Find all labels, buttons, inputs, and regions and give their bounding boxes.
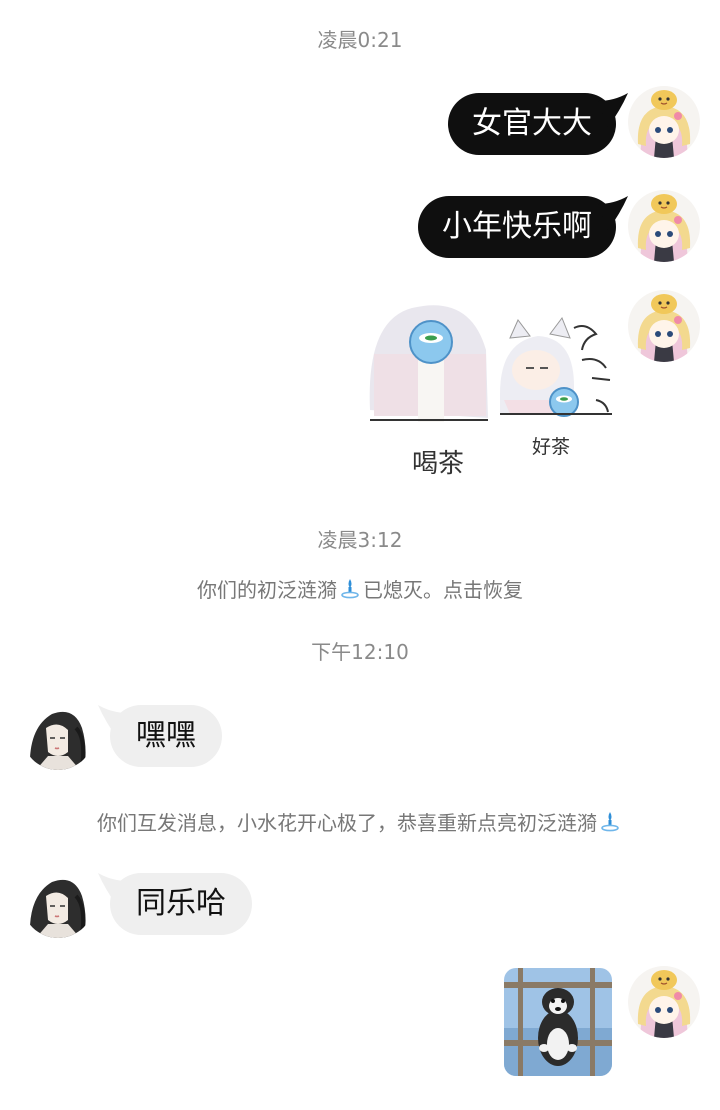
notice-text: 你们互发消息，小水花开心极了，恭喜重新点亮初泛涟漪: [97, 811, 597, 835]
incoming-message-bubble[interactable]: 嘿嘿: [110, 705, 222, 767]
bubble-tail: [98, 873, 128, 913]
timestamp: 凌晨3:12: [317, 528, 403, 552]
self-avatar[interactable]: [628, 966, 700, 1038]
self-avatar[interactable]: [628, 290, 700, 362]
bubble-tail: [598, 93, 628, 133]
bubble-tail: [598, 196, 628, 236]
ripple-icon: [599, 811, 621, 833]
message-text: 小年快乐啊: [442, 209, 592, 244]
message-text: 嘿嘿: [136, 718, 196, 753]
sticker-caption: 喝茶: [412, 449, 465, 479]
incoming-message-bubble[interactable]: 同乐哈: [110, 873, 252, 935]
contact-avatar[interactable]: [22, 698, 94, 770]
notice-text: 你们的初泛涟漪: [197, 578, 337, 602]
message-text: 同乐哈: [136, 886, 226, 921]
timestamp: 下午12:10: [311, 640, 409, 664]
tea-sticker-image[interactable]: [360, 290, 620, 480]
message-text: 女官大大: [472, 106, 592, 141]
self-avatar[interactable]: [628, 86, 700, 158]
system-notice-streak-lost[interactable]: 你们的初泛涟漪 已熄灭。点击恢复: [0, 574, 720, 603]
contact-avatar[interactable]: [22, 866, 94, 938]
restore-link[interactable]: 已熄灭。点击恢复: [363, 578, 523, 602]
ripple-icon: [339, 578, 361, 600]
outgoing-message-bubble[interactable]: 女官大大: [448, 93, 616, 155]
photo-message-dog[interactable]: [504, 968, 612, 1076]
self-avatar[interactable]: [628, 190, 700, 262]
timestamp: 凌晨0:21: [317, 28, 403, 52]
outgoing-message-bubble[interactable]: 小年快乐啊: [418, 196, 616, 258]
system-notice-streak-restored: 你们互发消息，小水花开心极了，恭喜重新点亮初泛涟漪: [0, 807, 720, 836]
sticker-caption: 好茶: [532, 436, 571, 458]
bubble-tail: [98, 705, 128, 745]
